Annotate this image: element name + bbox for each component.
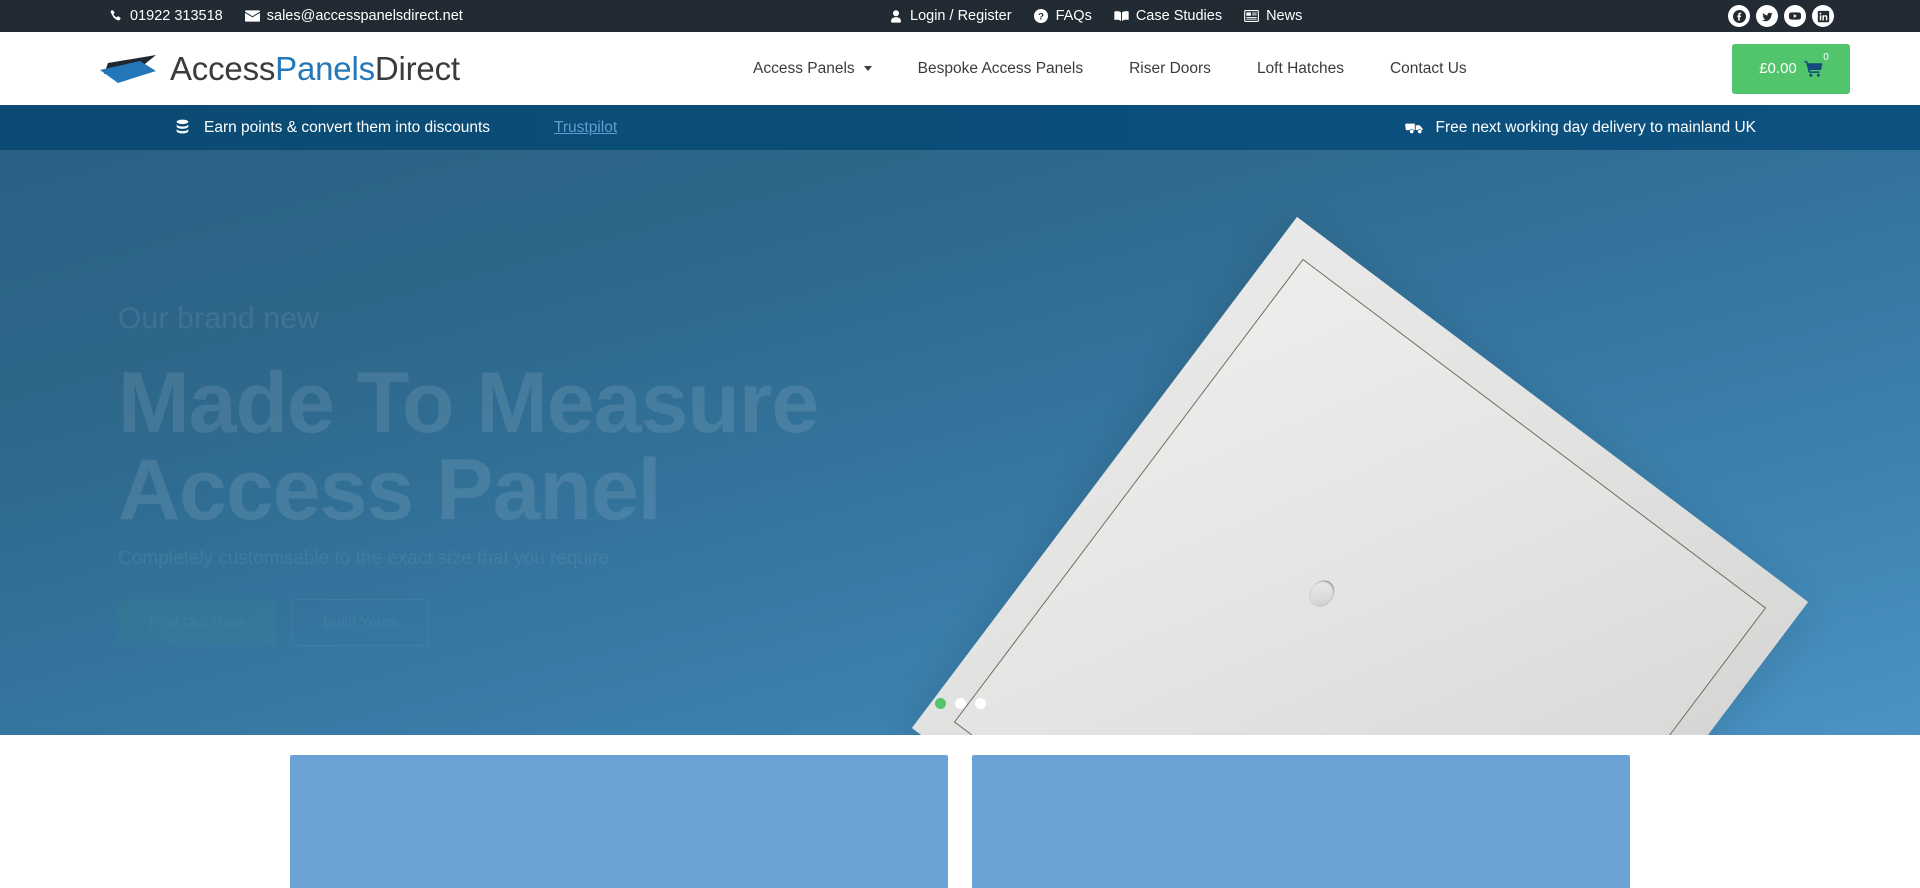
loyalty-points-text: Earn points & convert them into discount… <box>204 118 491 136</box>
news-label: News <box>1266 7 1303 24</box>
logo-mark-icon <box>100 54 156 83</box>
email-link[interactable]: sales@accesspanelsdirect.net <box>244 7 463 24</box>
coins-icon <box>173 119 193 137</box>
case-studies-label: Case Studies <box>1135 7 1223 24</box>
nav-label: Contact Us <box>1389 59 1467 77</box>
email-address: sales@accesspanelsdirect.net <box>266 7 463 24</box>
nav-label: Riser Doors <box>1129 59 1211 77</box>
nav-item-contact-us[interactable]: Contact Us <box>1367 61 1490 77</box>
nav-item-access-panels[interactable]: Access Panels <box>730 61 895 77</box>
hero-slide-content: Our brand new Made To Measure Access Pan… <box>118 300 819 647</box>
delivery-text: Free next working day delivery to mainla… <box>1435 118 1756 136</box>
hero-subtitle: Completely customisable to the exact siz… <box>118 547 610 569</box>
loyalty-points-notice: Earn points & convert them into discount… <box>173 119 490 137</box>
nav-label: Access Panels <box>753 59 855 77</box>
phone-icon <box>108 9 123 24</box>
hero-eyebrow: Our brand new <box>118 302 320 335</box>
chevron-down-icon <box>863 66 872 71</box>
hero-title-line-1: Made To Measure <box>118 354 819 451</box>
svg-text:?: ? <box>1038 12 1044 23</box>
topbar-links-group: Login / Register ? FAQs Case Studies New… <box>888 9 1302 24</box>
feature-card[interactable] <box>972 755 1630 888</box>
book-open-icon <box>1114 9 1129 24</box>
nav-item-riser-doors[interactable]: Riser Doors <box>1106 61 1234 77</box>
feature-card[interactable] <box>290 755 948 888</box>
faqs-link[interactable]: ? FAQs <box>1034 9 1092 24</box>
nav-item-bespoke-access-panels[interactable]: Bespoke Access Panels <box>895 61 1106 77</box>
site-logo[interactable]: AccessPanelsDirect <box>98 50 460 88</box>
envelope-icon <box>244 9 260 24</box>
phone-link[interactable]: 01922 313518 <box>108 9 223 24</box>
newspaper-icon <box>1244 9 1259 24</box>
logo-part-direct: Direct <box>374 49 460 87</box>
hero-title-line-2: Access Panel <box>118 442 662 539</box>
main-navigation: Access Panels Bespoke Access Panels Rise… <box>730 61 1490 77</box>
cart-amount: £0.00 <box>1759 60 1797 77</box>
topbar-contact-group: 01922 313518 sales@accesspanelsdirect.ne… <box>108 9 463 24</box>
hero-button-group: Find Out More Build Yours <box>118 599 818 647</box>
linkedin-icon[interactable] <box>1812 5 1834 27</box>
hero-secondary-button[interactable]: Build Yours <box>291 599 429 647</box>
logo-wordmark: AccessPanelsDirect <box>170 50 460 88</box>
top-utility-bar: 01922 313518 sales@accesspanelsdirect.ne… <box>0 0 1920 32</box>
cart-count-badge: 0 <box>1823 52 1829 63</box>
site-header: AccessPanelsDirect Access Panels Bespoke… <box>0 32 1920 105</box>
nav-label: Loft Hatches <box>1256 59 1344 77</box>
below-fold-section <box>0 735 1920 888</box>
hero-carousel: Our brand new Made To Measure Access Pan… <box>0 150 1920 735</box>
question-circle-icon: ? <box>1034 9 1049 24</box>
login-register-link[interactable]: Login / Register <box>888 9 1012 24</box>
social-links-group <box>1728 5 1834 27</box>
trustpilot-link[interactable]: Trustpilot <box>554 119 617 137</box>
feature-card-row <box>290 755 1630 888</box>
carousel-dot-1[interactable] <box>934 698 946 709</box>
twitter-icon[interactable] <box>1756 5 1778 27</box>
carousel-dot-3[interactable] <box>974 698 986 709</box>
delivery-notice: Free next working day delivery to mainla… <box>1404 118 1756 137</box>
user-icon <box>888 9 903 24</box>
hero-primary-button[interactable]: Find Out More <box>118 599 276 647</box>
carousel-dot-2[interactable] <box>954 698 966 709</box>
promo-info-bar: Earn points & convert them into discount… <box>0 105 1920 150</box>
shopping-cart-icon: 0 <box>1804 53 1829 77</box>
facebook-icon[interactable] <box>1728 5 1750 27</box>
nav-item-loft-hatches[interactable]: Loft Hatches <box>1234 61 1367 77</box>
cart-button[interactable]: £0.00 0 <box>1732 43 1850 94</box>
news-link[interactable]: News <box>1244 9 1302 24</box>
login-register-label: Login / Register <box>910 7 1012 24</box>
phone-number: 01922 313518 <box>130 7 223 24</box>
youtube-icon[interactable] <box>1784 5 1806 27</box>
logo-part-access: Access <box>170 49 276 87</box>
delivery-truck-icon <box>1404 119 1425 137</box>
logo-part-panels: Panels <box>275 49 375 87</box>
faqs-label: FAQs <box>1055 7 1092 24</box>
nav-label: Bespoke Access Panels <box>917 59 1084 77</box>
carousel-pagination <box>0 698 1920 709</box>
hero-title: Made To Measure Access Panel <box>118 354 819 539</box>
case-studies-link[interactable]: Case Studies <box>1114 9 1222 24</box>
